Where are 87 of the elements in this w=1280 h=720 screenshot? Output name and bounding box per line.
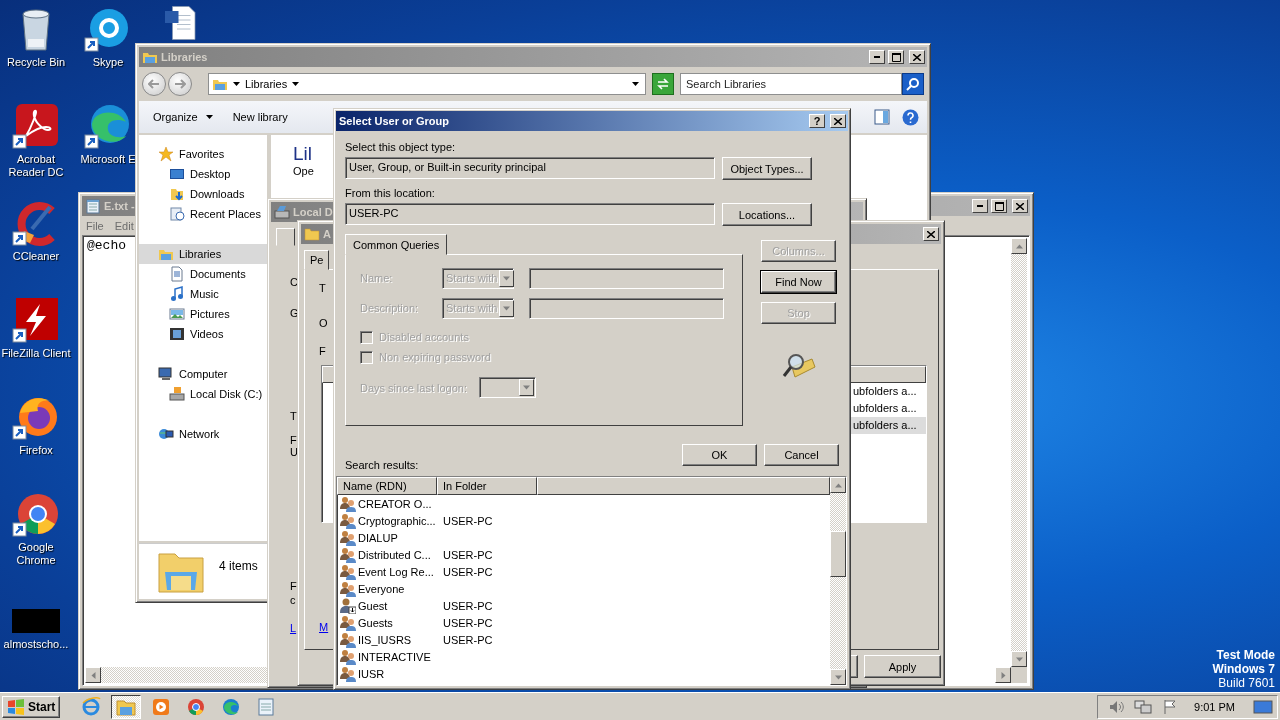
dialog-button[interactable]: OK [682,444,757,466]
link[interactable]: M [319,621,329,633]
system-text: Windows 7 [1212,662,1275,676]
icon-label: Microsoft E [80,153,136,166]
list-item[interactable]: DIALUP [337,529,437,546]
link[interactable]: L [290,622,297,634]
label-text: F [290,580,297,592]
toolbar-button[interactable]: New library [226,109,294,125]
table-cell-text: USER-PC [442,548,493,561]
list-item[interactable]: ubfolders a... [851,417,926,434]
object-type-field: User, Group, or Built-in security principal [345,157,715,179]
nav-item[interactable]: Libraries [139,244,267,264]
column-header[interactable]: In Folder [437,477,537,495]
table-cell-text: USER-PC [442,599,493,612]
list-item[interactable]: ubfolders a... [851,400,926,417]
label-text: c [290,594,296,606]
list-item[interactable]: IIS_IUSRS [337,631,437,648]
nav-item[interactable]: Recent Places [139,204,267,224]
list-item[interactable]: Distributed C... [337,546,437,563]
label-text: F [290,434,297,446]
window-title: Libraries [161,51,208,63]
field-label: Select this object type: [345,140,457,154]
field-label: From this location: [345,186,436,200]
item-count: 4 items [219,559,258,573]
nav-item[interactable]: Pictures [139,304,267,324]
nav-item[interactable]: Desktop [139,164,267,184]
dialog-title: Select User or Group [339,115,450,127]
nav-item[interactable]: Network [139,424,267,444]
icon-label: Google Chrome [15,541,57,567]
list-item[interactable]: INTERACTIVE [337,648,437,665]
results-label: Search results: [345,459,419,471]
clock: 9:01 PM [1194,700,1235,713]
nav-item[interactable]: Computer [139,364,267,384]
library-description: Ope [293,165,314,177]
search-field[interactable]: Search Libraries [680,73,902,95]
label-text: U [290,446,298,458]
list-item[interactable]: Everyone [337,580,437,597]
list-item[interactable]: ubfolders a... [851,383,926,400]
locations-button[interactable]: Locations... [722,203,812,226]
location-field: USER-PC [345,203,715,225]
text-content: @echo [86,237,127,255]
window-title: A [323,228,331,240]
label-text: T [319,282,326,294]
system-text: Build 7601 [1218,676,1275,690]
label-text: F [319,345,326,357]
list-item[interactable]: Event Log Re... [337,563,437,580]
tab[interactable]: Common Queries [345,234,448,255]
start-button[interactable]: Start [2,695,61,718]
nav-item[interactable]: Music [139,284,267,304]
table-cell-text: USER-PC [442,514,493,527]
label-text: O [319,317,328,329]
window-title: E.txt - [104,200,135,212]
address-bar[interactable]: Libraries [208,73,646,95]
column-header[interactable]: Name (RDN) [337,477,437,495]
nav-item[interactable]: Favorites [139,144,267,164]
icon-label: almostscho... [3,638,69,651]
apply-button[interactable]: Apply [864,655,941,678]
library-heading: Lil [293,143,312,165]
icon-label: CCleaner [12,250,60,263]
system-text: Test Mode [1216,648,1275,662]
nav-item[interactable]: Videos [139,324,267,344]
nav-item[interactable]: Documents [139,264,267,284]
tab[interactable]: Pe [304,250,330,270]
breadcrumb[interactable]: Libraries [245,78,288,90]
icon-label: Acrobat Reader DC [7,153,65,179]
menu-item[interactable]: Edit [112,219,136,232]
table-cell-text: USER-PC [442,616,493,629]
list-item[interactable]: Guest [337,597,437,614]
icon-label: Recycle Bin [6,56,66,69]
table-cell-text: USER-PC [442,565,493,578]
dialog-button[interactable]: Cancel [764,444,839,466]
list-item[interactable]: IUSR [337,665,437,682]
icon-label: Skype [92,56,124,69]
toolbar-button[interactable]: Organize [147,109,219,125]
nav-item[interactable]: Local Disk (C:) [139,384,267,404]
table-cell-text: USER-PC [442,633,493,646]
list-item[interactable]: Guests [337,614,437,631]
nav-item[interactable]: Downloads [139,184,267,204]
list-item[interactable]: CREATOR O... [337,495,437,512]
label-text: T [290,410,297,422]
icon-label: FileZilla Client [1,347,71,360]
list-item[interactable]: Cryptographic... [337,512,437,529]
label-text: C [290,276,298,288]
icon-label: Firefox [19,444,53,457]
help-button[interactable]: ? [809,114,825,128]
object-types-button[interactable]: Object Types... [722,157,812,180]
dialog-button[interactable]: Find Now [761,271,836,293]
